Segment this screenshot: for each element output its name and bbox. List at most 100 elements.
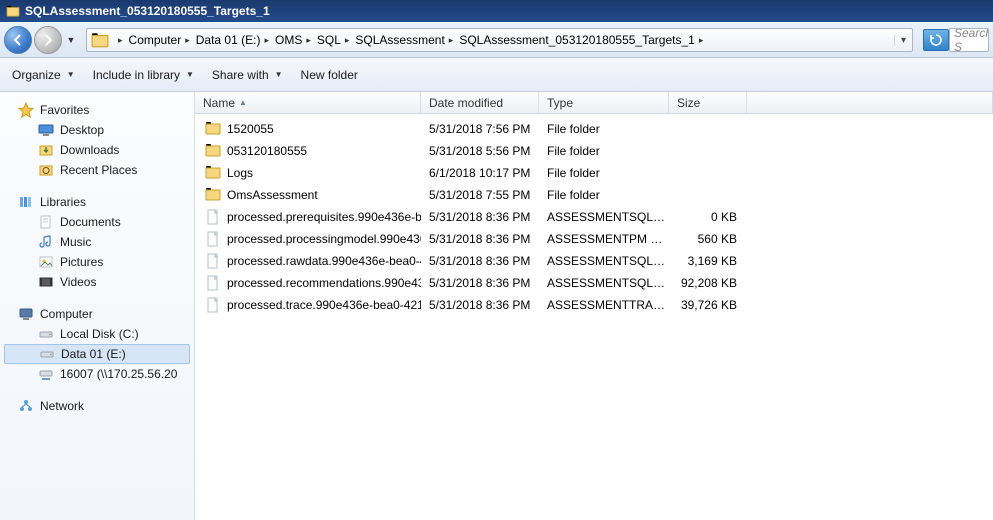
include-in-library-button[interactable]: Include in library▼ [93, 68, 194, 82]
file-name: OmsAssessment [227, 188, 318, 202]
breadcrumb-drive[interactable]: Data 01 (E:)▸ [195, 33, 274, 47]
sidebar-item-downloads[interactable]: Downloads [0, 140, 194, 160]
file-icon [205, 297, 221, 313]
search-input[interactable]: Search S [949, 28, 989, 52]
sort-asc-icon: ▲ [239, 98, 247, 107]
file-type: ASSESSMENTSQLRE... [539, 276, 669, 290]
column-size[interactable]: Size [669, 92, 747, 113]
file-type: ASSESSMENTTRAC... [539, 298, 669, 312]
sidebar-item-desktop[interactable]: Desktop [0, 120, 194, 140]
file-date: 5/31/2018 7:55 PM [421, 188, 539, 202]
sidebar-item-videos[interactable]: Videos [0, 272, 194, 292]
list-item[interactable]: 15200555/31/2018 7:56 PMFile folder [195, 118, 993, 140]
new-folder-button[interactable]: New folder [301, 68, 358, 82]
list-item[interactable]: processed.trace.990e436e-bea0-421b-845c.… [195, 294, 993, 316]
column-empty [747, 92, 993, 113]
file-type: File folder [539, 166, 669, 180]
list-item[interactable]: processed.prerequisites.990e436e-bea0-42… [195, 206, 993, 228]
sidebar-item-recent-places[interactable]: Recent Places [0, 160, 194, 180]
share-with-button[interactable]: Share with▼ [212, 68, 283, 82]
breadcrumb-computer[interactable]: Computer▸ [128, 33, 195, 47]
list-item[interactable]: processed.processingmodel.990e436e-bea0-… [195, 228, 993, 250]
file-name: processed.trace.990e436e-bea0-421b-845c.… [227, 298, 421, 312]
file-type: ASSESSMENTSQLR... [539, 254, 669, 268]
folder-icon [205, 121, 221, 137]
videos-icon [38, 274, 54, 290]
breadcrumbs: ▸ Computer▸ Data 01 (E:)▸ OMS▸ SQL▸ SQLA… [113, 33, 894, 47]
sidebar-item-data01-e[interactable]: Data 01 (E:) [4, 344, 190, 364]
window-title: SQLAssessment_053120180555_Targets_1 [25, 4, 270, 18]
drive-icon [38, 326, 54, 342]
file-icon [205, 275, 221, 291]
folder-icon [91, 32, 109, 48]
list-item[interactable]: processed.recommendations.990e436e-bea..… [195, 272, 993, 294]
recent-places-icon [38, 162, 54, 178]
network-group: Network [0, 396, 194, 416]
network-icon [18, 398, 34, 414]
libraries-group: Libraries Documents Music Pictures Video… [0, 192, 194, 292]
breadcrumb-sql[interactable]: SQL▸ [316, 33, 355, 47]
libraries-header[interactable]: Libraries [0, 192, 194, 212]
nav-row: ▼ ▸ Computer▸ Data 01 (E:)▸ OMS▸ SQL▸ SQ… [0, 22, 993, 58]
address-dropdown[interactable]: ▾ [894, 35, 912, 46]
column-date[interactable]: Date modified [421, 92, 539, 113]
file-type: ASSESSMENTSQLRE... [539, 210, 669, 224]
column-headers: Name▲ Date modified Type Size [195, 92, 993, 114]
file-type: File folder [539, 188, 669, 202]
file-size: 560 KB [669, 232, 747, 246]
nav-history-dropdown[interactable]: ▼ [64, 35, 78, 45]
music-icon [38, 234, 54, 250]
file-name: processed.prerequisites.990e436e-bea0-42… [227, 210, 421, 224]
back-button[interactable] [4, 26, 32, 54]
search-placeholder: Search S [954, 28, 989, 52]
breadcrumb-targets[interactable]: SQLAssessment_053120180555_Targets_1▸ [458, 33, 708, 47]
folder-icon [205, 187, 221, 203]
column-name[interactable]: Name▲ [195, 92, 421, 113]
toolbar: Organize▼ Include in library▼ Share with… [0, 58, 993, 92]
network-header[interactable]: Network [0, 396, 194, 416]
column-type[interactable]: Type [539, 92, 669, 113]
file-icon [205, 231, 221, 247]
breadcrumb-root[interactable]: ▸ [113, 35, 128, 46]
sidebar-item-local-disk-c[interactable]: Local Disk (C:) [0, 324, 194, 344]
sidebar-item-network-drive[interactable]: 16007 (\\170.25.56.20 [0, 364, 194, 384]
pictures-icon [38, 254, 54, 270]
computer-icon [18, 306, 34, 322]
forward-button[interactable] [34, 26, 62, 54]
sidebar-item-documents[interactable]: Documents [0, 212, 194, 232]
content-pane: Name▲ Date modified Type Size 1520055 5/3… [195, 92, 993, 520]
organize-button[interactable]: Organize▼ [12, 68, 75, 82]
breadcrumb-sqlassessment[interactable]: SQLAssessment▸ [354, 33, 458, 47]
file-date: 5/31/2018 7:56 PM [421, 122, 539, 136]
file-date: 5/31/2018 8:36 PM [421, 254, 539, 268]
file-icon [205, 253, 221, 269]
computer-header[interactable]: Computer [0, 304, 194, 324]
file-type: ASSESSMENTPM File [539, 232, 669, 246]
file-name: 1520055 [227, 122, 274, 136]
file-size: 92,208 KB [669, 276, 747, 290]
refresh-button[interactable] [923, 29, 949, 51]
libraries-icon [18, 194, 34, 210]
sidebar-item-music[interactable]: Music [0, 232, 194, 252]
file-name: processed.rawdata.990e436e-bea0-421b-8..… [227, 254, 421, 268]
list-item[interactable]: OmsAssessment 5/31/2018 7:55 PMFile folde… [195, 184, 993, 206]
file-size: 39,726 KB [669, 298, 747, 312]
file-icon [205, 209, 221, 225]
desktop-icon [38, 122, 54, 138]
address-bar[interactable]: ▸ Computer▸ Data 01 (E:)▸ OMS▸ SQL▸ SQLA… [86, 28, 913, 52]
file-date: 5/31/2018 8:36 PM [421, 232, 539, 246]
sidebar: Favorites Desktop Downloads Recent Place… [0, 92, 195, 520]
breadcrumb-oms[interactable]: OMS▸ [274, 33, 316, 47]
list-item[interactable]: 0531201805555/31/2018 5:56 PMFile folder [195, 140, 993, 162]
folder-icon [6, 5, 20, 17]
downloads-icon [38, 142, 54, 158]
file-type: File folder [539, 144, 669, 158]
body: Favorites Desktop Downloads Recent Place… [0, 92, 993, 520]
list-item[interactable]: Logs6/1/2018 10:17 PMFile folder [195, 162, 993, 184]
documents-icon [38, 214, 54, 230]
file-name: 053120180555 [227, 144, 307, 158]
favorites-group: Favorites Desktop Downloads Recent Place… [0, 100, 194, 180]
favorites-header[interactable]: Favorites [0, 100, 194, 120]
list-item[interactable]: processed.rawdata.990e436e-bea0-421b-8..… [195, 250, 993, 272]
sidebar-item-pictures[interactable]: Pictures [0, 252, 194, 272]
